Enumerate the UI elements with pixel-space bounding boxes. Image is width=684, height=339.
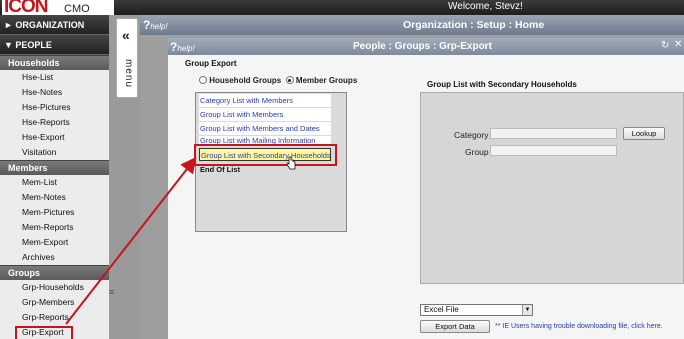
main-header: ?help! Organization : Setup : Home bbox=[140, 15, 684, 35]
group-type-radios: Household Groups Member Groups bbox=[199, 76, 357, 85]
radio-member-groups[interactable] bbox=[285, 76, 294, 84]
secondary-households-box bbox=[420, 92, 684, 284]
export-data-button[interactable]: Export Data bbox=[420, 320, 490, 333]
sidebar-item-hse-export[interactable]: Hse-Export bbox=[0, 130, 109, 145]
sidebar-item-hse-pictures[interactable]: Hse-Pictures bbox=[0, 100, 109, 115]
sidebar-header-groups: Groups bbox=[0, 265, 109, 280]
help-label: help! bbox=[150, 22, 168, 31]
sidebar-item-mem-list[interactable]: Mem-List bbox=[0, 175, 109, 190]
welcome-text: Welcome, Stevz! bbox=[448, 1, 523, 12]
category-field[interactable] bbox=[490, 128, 617, 139]
list-item[interactable]: Group List with Members bbox=[199, 108, 331, 121]
help-label: help! bbox=[177, 44, 195, 53]
list-item[interactable]: Group List with Members and Dates bbox=[199, 122, 331, 135]
close-icon[interactable]: ✕ bbox=[674, 39, 682, 50]
top-bar: ICON CMO Welcome, Stevz! bbox=[0, 0, 684, 17]
ie-users-help-link[interactable]: ** IE Users having trouble downloading f… bbox=[495, 323, 663, 330]
menu-tab[interactable]: « menu bbox=[116, 18, 138, 98]
app-logo: ICON CMO bbox=[2, 0, 114, 17]
radio-household-label[interactable]: Household Groups bbox=[209, 76, 281, 85]
sidebar-item-mem-export[interactable]: Mem-Export bbox=[0, 235, 109, 250]
sidebar-header-households: Households bbox=[0, 55, 109, 70]
sidebar-item-grp-members[interactable]: Grp-Members bbox=[0, 295, 109, 310]
sidebar-header-members: Members bbox=[0, 160, 109, 175]
menu-tab-label: menu bbox=[123, 59, 134, 89]
logo-sub-text: CMO bbox=[64, 3, 90, 15]
resize-handle-icon[interactable]: ≡ bbox=[109, 287, 114, 297]
sidebar-organization[interactable]: ► ORGANIZATION bbox=[0, 15, 109, 35]
sidebar-people[interactable]: ▼ PEOPLE bbox=[0, 35, 109, 55]
collapse-chevron-icon[interactable]: « bbox=[122, 28, 130, 42]
group-export-label: Group Export bbox=[185, 59, 237, 68]
format-select-value: Excel File bbox=[424, 305, 459, 314]
sidebar-item-mem-notes[interactable]: Mem-Notes bbox=[0, 190, 109, 205]
group-label: Group bbox=[465, 147, 489, 157]
format-select[interactable]: Excel File ▼ bbox=[420, 304, 533, 316]
sidebar-item-grp-reports[interactable]: Grp-Reports bbox=[0, 310, 109, 325]
panel-header: ?help! People : Groups : Grp-Export ↻ ✕ bbox=[168, 38, 684, 55]
main-title: Organization : Setup : Home bbox=[403, 19, 545, 31]
panel-title: People : Groups : Grp-Export bbox=[353, 41, 492, 52]
refresh-icon[interactable]: ↻ bbox=[661, 40, 669, 51]
sidebar-item-archives[interactable]: Archives bbox=[0, 250, 109, 265]
list-item[interactable]: Category List with Members bbox=[199, 94, 331, 107]
sidebar-item-visitation[interactable]: Visitation bbox=[0, 145, 109, 160]
sidebar-item-mem-reports[interactable]: Mem-Reports bbox=[0, 220, 109, 235]
radio-household-groups[interactable] bbox=[199, 76, 207, 84]
sidebar-item-hse-notes[interactable]: Hse-Notes bbox=[0, 85, 109, 100]
sidebar-item-mem-pictures[interactable]: Mem-Pictures bbox=[0, 205, 109, 220]
sidebar-item-grp-export[interactable]: Grp-Export bbox=[0, 325, 109, 339]
annotation-highlight-box bbox=[194, 144, 337, 166]
secondary-households-title: Group List with Secondary Households bbox=[427, 80, 577, 89]
group-field[interactable] bbox=[490, 145, 617, 156]
sidebar-item-hse-list[interactable]: Hse-List bbox=[0, 70, 109, 85]
radio-member-label[interactable]: Member Groups bbox=[296, 76, 357, 85]
sidebar: ► ORGANIZATION ▼ PEOPLE Households Hse-L… bbox=[0, 15, 110, 339]
category-label: Category bbox=[454, 130, 489, 140]
dropdown-arrow-icon[interactable]: ▼ bbox=[522, 305, 532, 315]
panel-help-link[interactable]: ?help! bbox=[170, 40, 195, 54]
help-link[interactable]: ?help! bbox=[143, 18, 168, 32]
sidebar-item-grp-households[interactable]: Grp-Households bbox=[0, 280, 109, 295]
lookup-button[interactable]: Lookup bbox=[623, 127, 665, 140]
annotation-highlight-box bbox=[15, 326, 73, 339]
hand-cursor-icon bbox=[286, 156, 296, 170]
sidebar-item-hse-reports[interactable]: Hse-Reports bbox=[0, 115, 109, 130]
